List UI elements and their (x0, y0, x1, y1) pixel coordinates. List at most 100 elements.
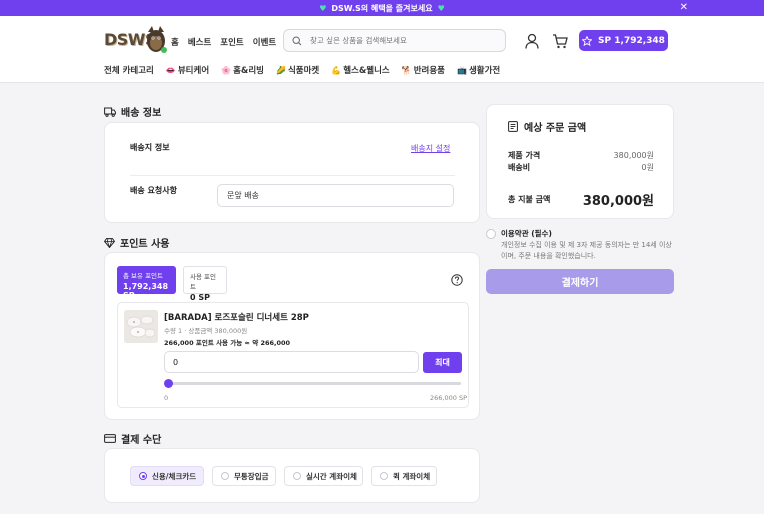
product-thumbnail (124, 310, 158, 343)
help-icon[interactable] (451, 274, 463, 286)
category-all[interactable]: 전체 카테고리 (104, 64, 154, 76)
shipping-fee-row: 배송비 0원 (508, 162, 654, 173)
terms-agree-radio[interactable] (486, 229, 496, 239)
owned-points-label: 총 보유 포인트 (123, 272, 164, 280)
points-title: 포인트 사용 (120, 239, 170, 250)
available-points: 266,000 포인트 사용 가능 ≈ 약 266,000 (164, 339, 291, 347)
muscle-icon: 💪 (331, 65, 342, 75)
nav-point[interactable]: 포인트 (220, 36, 243, 48)
main-nav: 홈 베스트 포인트 이벤트 (171, 36, 276, 48)
nav-best[interactable]: 베스트 (188, 36, 211, 48)
request-label: 배송 요청사항 (130, 186, 177, 195)
category-label: 생활가전 (468, 66, 501, 76)
category-label: 홈&리빙 (233, 66, 264, 76)
search-input[interactable] (310, 36, 490, 45)
shipping-section-title: 배송 정보 (104, 104, 161, 119)
radio-unselected[interactable] (221, 472, 229, 480)
product-meta: 수량 1 · 상품금액 380,000원 (164, 327, 248, 335)
tv-icon: 📺 (456, 65, 467, 75)
max-points-button[interactable]: 최대 (423, 352, 462, 373)
flower-icon: 🌸 (221, 65, 232, 75)
pay-option-bank-deposit[interactable]: 무통장입금 (212, 466, 276, 486)
product-price-row: 제품 가격 380,000원 (508, 150, 654, 161)
category-appliance[interactable]: 📺 생활가전 (456, 64, 501, 77)
used-points-value: 0 SP (190, 293, 210, 302)
product-point-box: [BARADA] 로즈포슬린 디너세트 28P 수량 1 · 상품금액 380,… (117, 302, 469, 408)
terms-title[interactable]: 이용약관 (필수) (501, 228, 552, 239)
terms-description: 개인정보 수집 이용 및 제 3자 제공 동의자는 만 14세 이상이며, 주문… (501, 241, 672, 260)
shipping-fee-label: 배송비 (508, 163, 531, 172)
promo-text: DSW.S의 혜택을 즐겨보세요 (331, 3, 433, 13)
sp-balance-button[interactable]: SP 1,792,348 (579, 30, 668, 51)
promo-banner: ♥ DSW.S의 혜택을 즐겨보세요 ♥ ✕ (0, 0, 764, 16)
delivery-request-input[interactable] (217, 184, 454, 207)
slider-min-label: 0 (164, 394, 169, 402)
owned-points-value: 1,792,348 SP (123, 282, 169, 300)
category-home-living[interactable]: 🌸 홈&리빙 (221, 64, 264, 77)
points-amount-input[interactable] (164, 351, 419, 373)
product-price-label: 제품 가격 (508, 151, 541, 160)
search-icon (292, 35, 302, 45)
payment-section-title: 결제 수단 (104, 431, 161, 446)
total-value: 380,000원 (582, 194, 654, 209)
search-bar[interactable] (283, 29, 506, 52)
shipping-title: 배송 정보 (121, 108, 162, 119)
site-header: DSWS 홈 베스트 포인트 이벤트 찾고 싶은 상품을 검색해보세요 SP 1… (0, 16, 764, 83)
category-pet[interactable]: 🐕 반려용품 (401, 64, 445, 77)
category-label: 뷰티케어 (177, 66, 210, 76)
pay-option-realtime-transfer[interactable]: 실시간 계좌이체 (284, 466, 363, 486)
points-card: 총 보유 포인트 1,792,348 SP 사용 포인트 0 SP [BARAD… (104, 252, 480, 420)
dog-icon: 🐕 (401, 65, 412, 75)
heart-icon: ♥ (437, 3, 445, 13)
order-summary-card: 예상 주문 금액 제품 가격 380,000원 배송비 0원 총 지불 금액 3… (486, 104, 674, 219)
slider-max-label: 266,000 SP (430, 394, 467, 402)
user-icon[interactable] (525, 33, 539, 49)
nav-home[interactable]: 홈 (171, 36, 179, 48)
total-row: 총 지불 금액 380,000원 (508, 190, 654, 209)
dinnerware-image (124, 310, 158, 343)
pay-option-quick-transfer[interactable]: 퀵 계좌이체 (371, 466, 437, 486)
owned-points-tab[interactable]: 총 보유 포인트 1,792,348 SP (117, 266, 176, 300)
corn-icon: 🌽 (275, 65, 286, 75)
cart-icon[interactable] (552, 33, 568, 49)
used-points-label: 사용 포인트 (190, 273, 216, 291)
summary-title-row: 예상 주문 금액 (508, 119, 586, 134)
payment-title: 결제 수단 (121, 435, 162, 446)
payment-card: 신용/체크카드 무통장입금 실시간 계좌이체 퀵 계좌이체 (104, 448, 480, 503)
pay-option-card[interactable]: 신용/체크카드 (130, 466, 204, 486)
pay-option-label: 신용/체크카드 (152, 471, 197, 481)
set-address-link[interactable]: 배송지 설정 (411, 143, 450, 154)
address-label: 배송지 정보 (130, 143, 170, 152)
points-slider-track[interactable] (166, 382, 461, 385)
star-icon (582, 35, 593, 46)
card-icon (104, 434, 116, 443)
summary-title: 예상 주문 금액 (524, 123, 587, 134)
category-label: 헬스&웰니스 (343, 66, 390, 76)
points-slider-thumb[interactable] (164, 379, 173, 388)
divider (130, 175, 455, 176)
category-label: 식품마켓 (287, 66, 320, 76)
close-icon[interactable]: ✕ (680, 2, 688, 13)
pay-option-label: 퀵 계좌이체 (393, 471, 431, 481)
nav-event[interactable]: 이벤트 (253, 36, 276, 48)
category-health[interactable]: 💪 헬스&웰니스 (331, 64, 390, 77)
radio-unselected[interactable] (380, 472, 388, 480)
heart-icon: ♥ (319, 3, 327, 13)
diamond-icon (104, 237, 115, 248)
lips-icon: 👄 (165, 65, 176, 75)
category-label: 전체 카테고리 (104, 66, 154, 76)
radio-selected[interactable] (139, 472, 147, 480)
radio-unselected[interactable] (293, 472, 301, 480)
truck-icon (104, 107, 116, 117)
points-section-title: 포인트 사용 (104, 235, 169, 250)
category-beauty[interactable]: 👄 뷰티케어 (165, 64, 210, 77)
mascot-icon (147, 26, 167, 53)
checkout-button[interactable]: 결제하기 (486, 269, 674, 294)
pay-option-label: 무통장입금 (234, 471, 269, 481)
pay-option-label: 실시간 계좌이체 (306, 471, 357, 481)
product-price-value: 380,000원 (613, 151, 654, 160)
category-food[interactable]: 🌽 식품마켓 (275, 64, 320, 77)
used-points-tab[interactable]: 사용 포인트 0 SP (183, 266, 227, 302)
shipping-fee-value: 0원 (641, 163, 654, 172)
logo[interactable]: DSWS (104, 24, 167, 58)
